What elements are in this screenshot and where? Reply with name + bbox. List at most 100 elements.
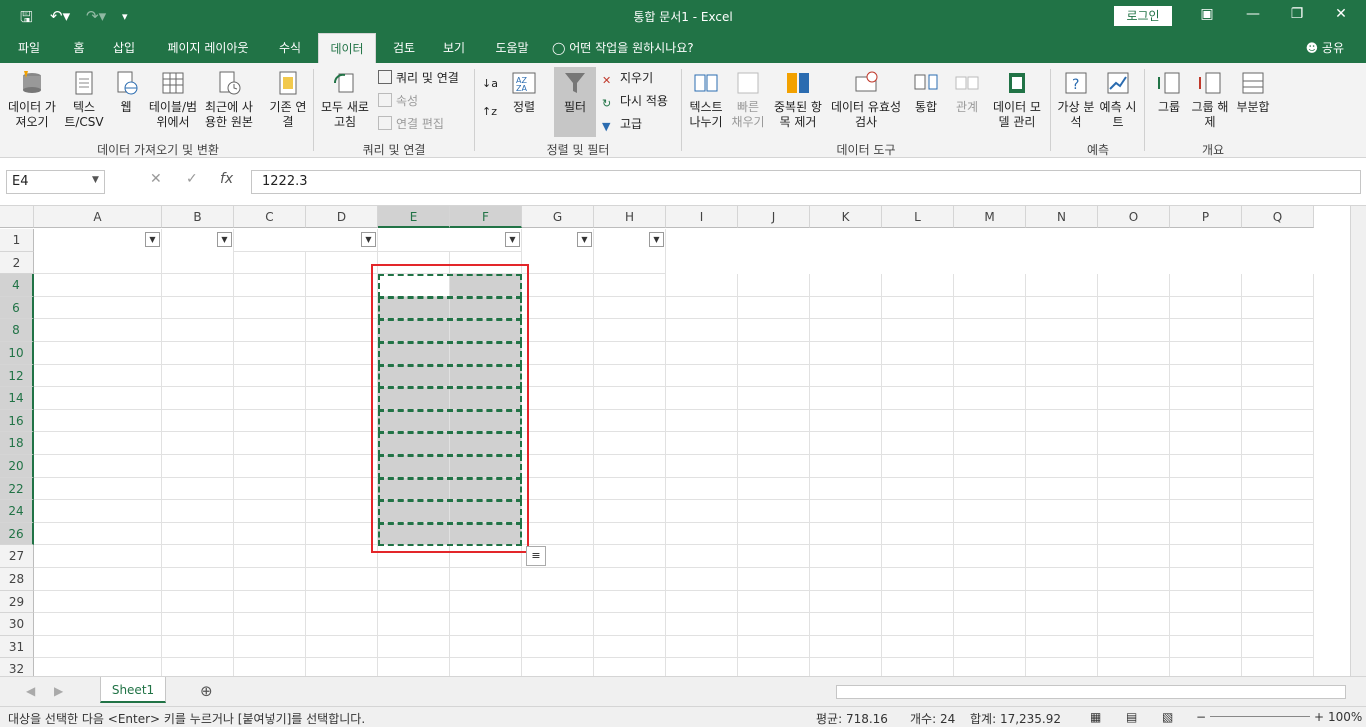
- cell[interactable]: [234, 319, 306, 342]
- cell[interactable]: [954, 658, 1026, 676]
- cell[interactable]: [954, 477, 1026, 501]
- cell[interactable]: [306, 319, 378, 342]
- row-header-2[interactable]: 2: [0, 251, 34, 275]
- queries-connections-button[interactable]: 쿼리 및 연결: [378, 69, 459, 87]
- cell[interactable]: [882, 409, 954, 433]
- cell[interactable]: [34, 432, 162, 455]
- cell[interactable]: [666, 342, 738, 365]
- row-header-26[interactable]: 26: [0, 522, 34, 546]
- cell[interactable]: [306, 590, 378, 614]
- cell[interactable]: [34, 613, 162, 636]
- cell[interactable]: [738, 545, 810, 568]
- column-header-j[interactable]: J: [738, 206, 810, 228]
- cell-remit-send[interactable]: [378, 500, 450, 523]
- cell[interactable]: [306, 342, 378, 365]
- cell[interactable]: [1098, 635, 1170, 659]
- cell[interactable]: [1170, 342, 1242, 365]
- cell[interactable]: [666, 455, 738, 478]
- cell[interactable]: [34, 387, 162, 410]
- cell[interactable]: [34, 342, 162, 365]
- properties-button[interactable]: 속성: [378, 92, 418, 110]
- tab-page-layout[interactable]: 페이지 레이아웃: [156, 33, 260, 63]
- cell[interactable]: [738, 274, 810, 297]
- cell[interactable]: [738, 342, 810, 365]
- cell[interactable]: [1242, 296, 1314, 320]
- next-sheet-icon[interactable]: ▶: [54, 684, 63, 698]
- cell[interactable]: [306, 364, 378, 388]
- cell[interactable]: [1242, 545, 1314, 568]
- login-button[interactable]: 로그인: [1114, 6, 1172, 26]
- cell[interactable]: [882, 590, 954, 614]
- cell[interactable]: [162, 409, 234, 433]
- cell[interactable]: [882, 455, 954, 478]
- cell[interactable]: [1242, 635, 1314, 659]
- cell[interactable]: [162, 296, 234, 320]
- vertical-scrollbar[interactable]: [1350, 206, 1366, 676]
- cell[interactable]: [522, 613, 594, 636]
- page-layout-view-icon[interactable]: ▤: [1126, 710, 1137, 724]
- cell[interactable]: [234, 274, 306, 297]
- cell[interactable]: [1242, 613, 1314, 636]
- row-header-30[interactable]: 30: [0, 613, 34, 636]
- row-header-18[interactable]: 18: [0, 432, 34, 455]
- column-header-c[interactable]: C: [234, 206, 306, 228]
- text-to-columns-button[interactable]: 텍스트 나누기: [684, 69, 728, 130]
- row-header-6[interactable]: 6: [0, 296, 34, 320]
- data-validation-button[interactable]: 데이터 유효성 검사: [828, 69, 904, 130]
- cell[interactable]: [522, 477, 594, 501]
- column-header-m[interactable]: M: [954, 206, 1026, 228]
- cell[interactable]: [1098, 296, 1170, 320]
- cell[interactable]: [1026, 432, 1098, 455]
- cell[interactable]: [1242, 522, 1314, 546]
- cell[interactable]: [34, 409, 162, 433]
- cell[interactable]: [522, 319, 594, 342]
- cell[interactable]: [1098, 319, 1170, 342]
- cell[interactable]: [666, 319, 738, 342]
- cell[interactable]: [234, 658, 306, 676]
- cell[interactable]: [666, 409, 738, 433]
- cell[interactable]: [1026, 296, 1098, 320]
- tab-data[interactable]: 데이터: [318, 33, 376, 63]
- cell[interactable]: [1242, 409, 1314, 433]
- cell[interactable]: [1026, 455, 1098, 478]
- cell-remit-send[interactable]: [378, 432, 450, 455]
- row-header-24[interactable]: 24: [0, 500, 34, 523]
- cell-remit-recv[interactable]: [450, 432, 522, 455]
- zoom-slider[interactable]: [1210, 716, 1310, 717]
- cell[interactable]: [954, 274, 1026, 297]
- cell-h-value[interactable]: [594, 432, 666, 455]
- cell[interactable]: [162, 455, 234, 478]
- cell[interactable]: [522, 522, 594, 546]
- cell[interactable]: [954, 455, 1026, 478]
- web-button[interactable]: 웹: [108, 69, 144, 115]
- cell[interactable]: [306, 522, 378, 546]
- cell[interactable]: [882, 658, 954, 676]
- cell[interactable]: [234, 477, 306, 501]
- row-header-31[interactable]: 31: [0, 635, 34, 659]
- cell[interactable]: [1098, 409, 1170, 433]
- cell[interactable]: [162, 500, 234, 523]
- cell[interactable]: [882, 477, 954, 501]
- cell-remit-recv[interactable]: [450, 342, 522, 365]
- cell[interactable]: [1170, 409, 1242, 433]
- cell[interactable]: [810, 635, 882, 659]
- cell[interactable]: [1170, 590, 1242, 614]
- enter-icon[interactable]: ✓: [186, 171, 198, 187]
- cell[interactable]: [34, 455, 162, 478]
- column-header-l[interactable]: L: [882, 206, 954, 228]
- cell[interactable]: [34, 522, 162, 546]
- sort-za-icon[interactable]: ↑z: [482, 103, 497, 121]
- cell[interactable]: [522, 296, 594, 320]
- cell[interactable]: [954, 319, 1026, 342]
- cell[interactable]: [162, 613, 234, 636]
- cell[interactable]: [378, 568, 450, 591]
- row-header-28[interactable]: 28: [0, 568, 34, 591]
- cell[interactable]: [882, 613, 954, 636]
- column-header-f[interactable]: F: [450, 206, 522, 228]
- cell[interactable]: [450, 568, 522, 591]
- reapply-button[interactable]: ↻ 다시 적용: [602, 92, 668, 110]
- cell[interactable]: [162, 387, 234, 410]
- column-header-k[interactable]: K: [810, 206, 882, 228]
- name-box-dropdown-icon[interactable]: ▼: [92, 175, 99, 185]
- minimize-icon[interactable]: —: [1238, 6, 1268, 22]
